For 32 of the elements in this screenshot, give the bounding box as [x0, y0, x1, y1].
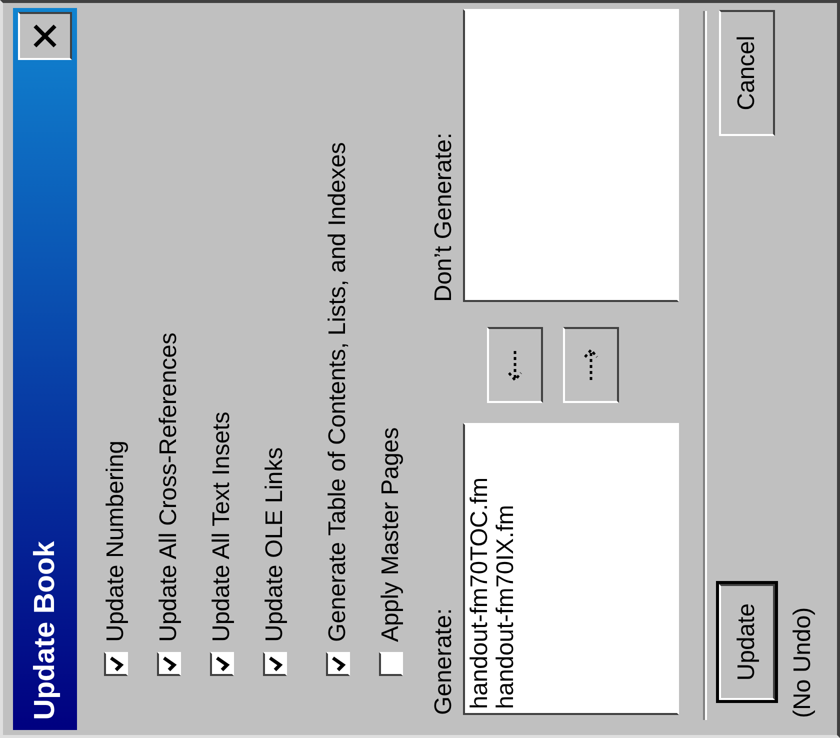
- checkbox-label: Apply Master Pages: [376, 427, 404, 642]
- checkbox[interactable]: [104, 652, 128, 676]
- list-item[interactable]: handout-fm70TOC.fm: [467, 429, 493, 709]
- close-icon: [32, 23, 58, 49]
- checkbox-label: Update All Text Insets: [208, 412, 236, 642]
- checkbox-label: Update Numbering: [102, 440, 130, 642]
- left-arrow-icon: [507, 348, 523, 382]
- list-label: Don’t Generate:: [429, 132, 458, 302]
- checkbox-label: Update All Cross-References: [154, 332, 182, 642]
- check-icon: [108, 656, 124, 672]
- move-left-button[interactable]: [487, 327, 543, 403]
- dialog-button[interactable]: Cancel: [719, 10, 775, 136]
- checkbox-label: Update OLE Links: [260, 447, 288, 642]
- window-title: Update Book: [28, 541, 62, 720]
- checkbox[interactable]: [156, 652, 180, 676]
- checkbox[interactable]: [378, 652, 402, 676]
- check-icon: [160, 656, 176, 672]
- right-arrow-icon: [583, 348, 599, 382]
- note-text: (No Undo): [788, 606, 817, 720]
- list-item[interactable]: handout-fm70IX.fm: [493, 429, 519, 709]
- checkbox[interactable]: [326, 652, 350, 676]
- generate-list[interactable]: handout-fm70TOC.fm handout-fm70IX.fm: [463, 423, 679, 715]
- move-right-button[interactable]: [563, 327, 619, 403]
- list-label: Generate:: [429, 607, 458, 715]
- close-button[interactable]: [18, 12, 72, 60]
- check-icon: [330, 656, 346, 672]
- checkbox-label: Generate Table of Contents, Lists, and Indexes: [324, 142, 352, 642]
- check-icon: [214, 656, 230, 672]
- checkbox[interactable]: [210, 652, 234, 676]
- check-icon: [266, 656, 282, 672]
- checkbox[interactable]: [262, 652, 286, 676]
- dialog-button[interactable]: Update: [719, 584, 775, 700]
